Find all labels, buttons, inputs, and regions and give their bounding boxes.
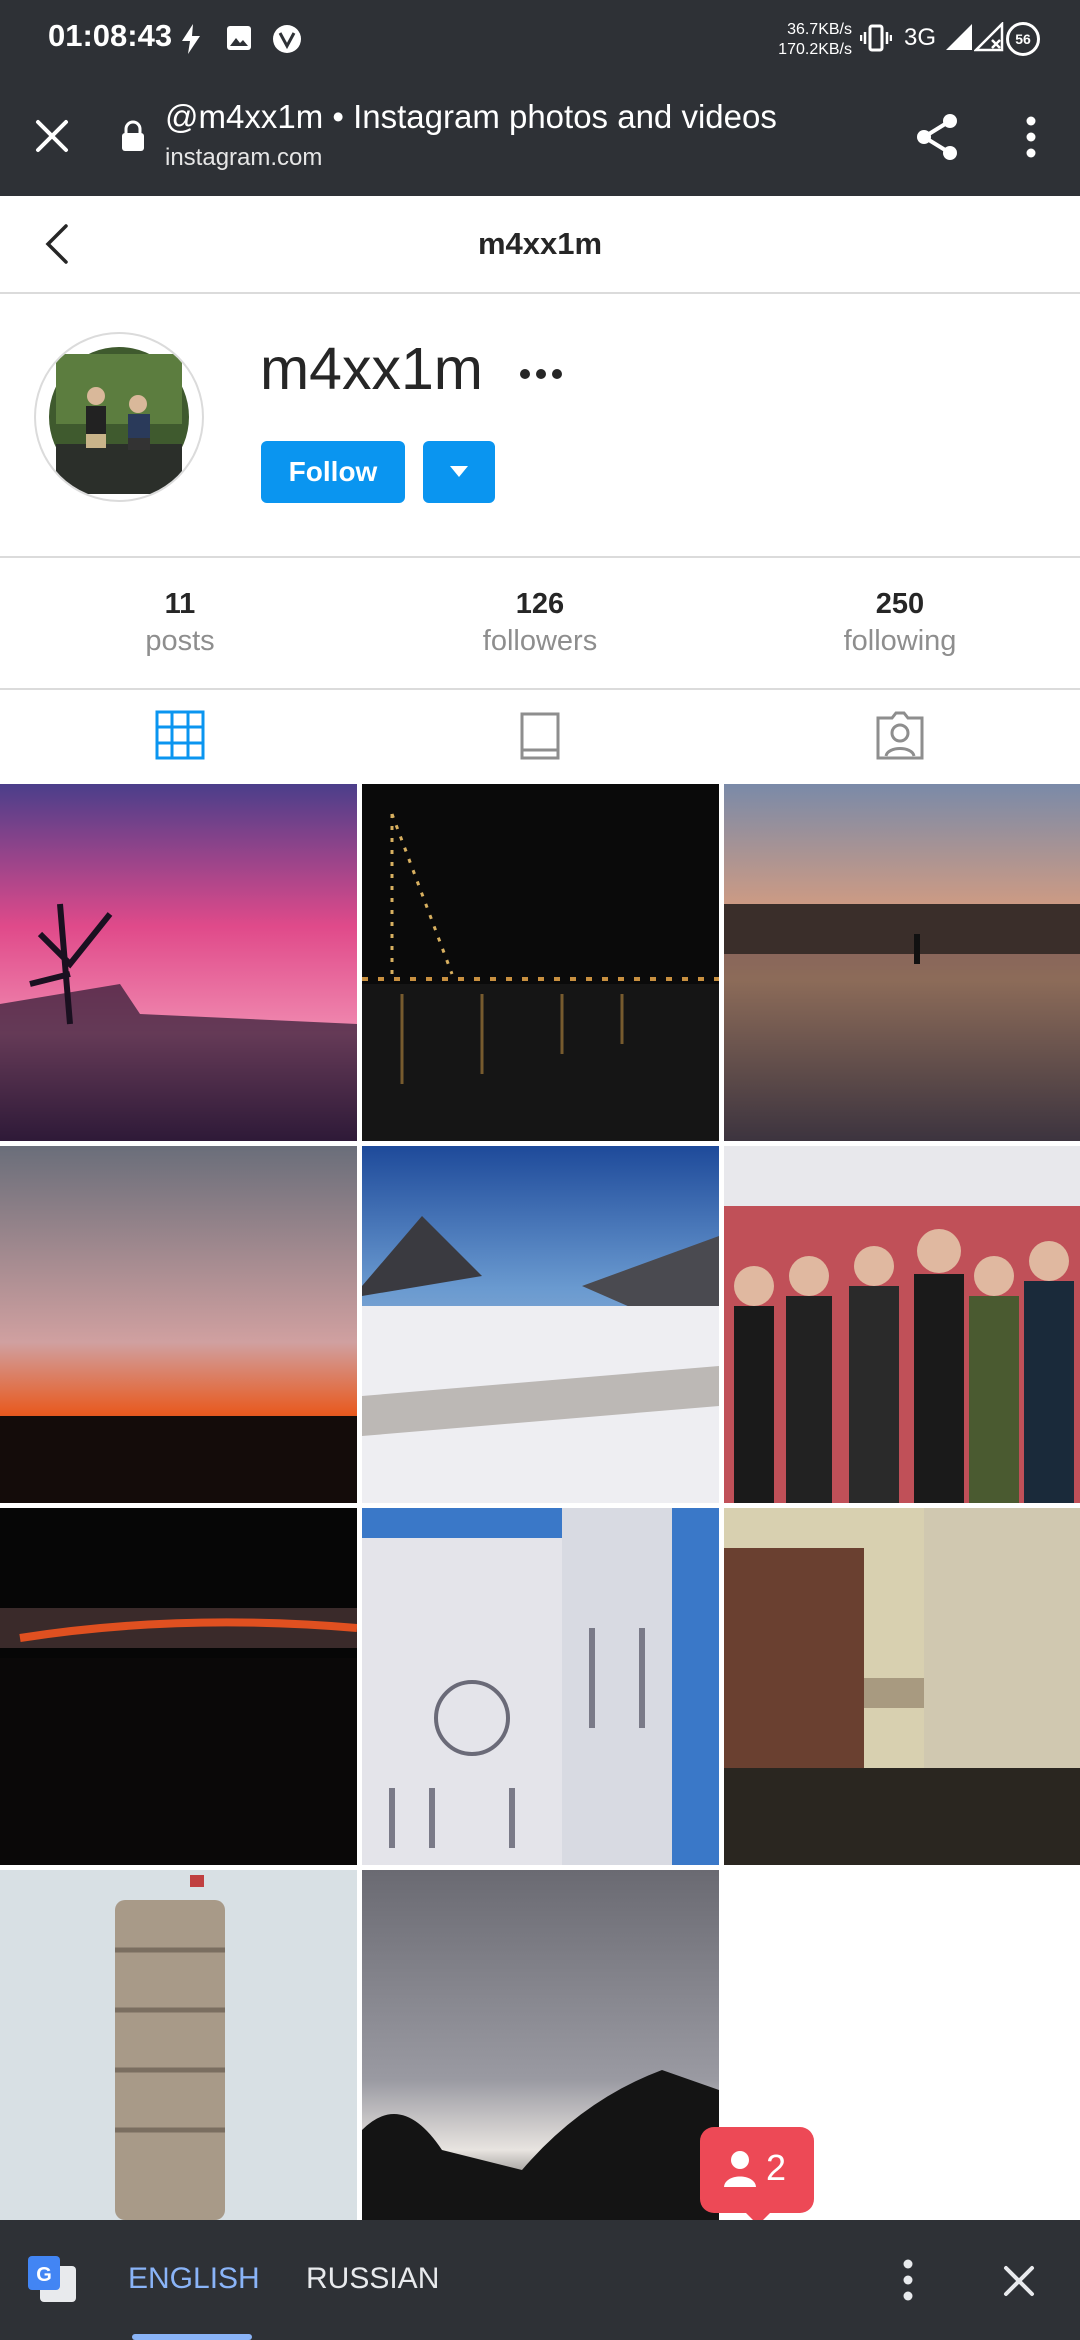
image-icon — [227, 26, 251, 50]
translate-menu-icon[interactable] — [896, 2258, 920, 2302]
browser-toolbar: @m4xx1m • Instagram photos and videos in… — [0, 78, 1080, 196]
stat-label: followers — [482, 625, 598, 657]
more-vert-icon[interactable] — [1016, 114, 1046, 160]
network-speed: 36.7KB/s 170.2KB/s — [760, 20, 852, 60]
profile-header: m4xx1m — [0, 196, 1080, 294]
profile-tabs — [0, 688, 1080, 784]
post-thumbnail[interactable] — [724, 784, 1080, 1141]
profile-stats: 11 posts 126 followers 250 following — [0, 556, 1080, 690]
suggested-dropdown-button[interactable] — [423, 441, 495, 503]
network-type: 3G — [904, 24, 937, 51]
post-thumbnail[interactable] — [0, 1508, 357, 1865]
translate-bar: G ENGLISH RUSSIAN — [0, 2220, 1080, 2340]
post-image — [0, 1146, 357, 1503]
post-image — [362, 784, 719, 1141]
stat-posts[interactable]: 11 posts — [0, 588, 360, 658]
signal-noservice-icon — [974, 22, 1004, 52]
person-icon — [724, 2151, 756, 2187]
active-language-indicator — [132, 2334, 252, 2340]
follow-button[interactable]: Follow — [261, 441, 405, 503]
vibrate-icon — [860, 24, 892, 52]
close-translate-icon[interactable] — [1002, 2264, 1036, 2298]
lock-icon[interactable] — [120, 120, 146, 152]
caret-down-icon — [450, 466, 468, 477]
google-translate-icon: G — [28, 2256, 76, 2302]
post-image — [724, 1146, 1080, 1503]
stat-following[interactable]: 250 following — [720, 588, 1080, 658]
badge-count: 2 — [766, 2147, 787, 2188]
avatar-photo — [49, 347, 189, 494]
speed-down: 170.2KB/s — [778, 41, 852, 58]
svg-text:G: G — [36, 2264, 52, 2286]
profile-username: m4xx1m — [260, 336, 483, 402]
page-domain[interactable]: instagram.com — [165, 144, 322, 172]
post-thumbnail[interactable] — [724, 1508, 1080, 1865]
stat-followers[interactable]: 126 followers — [360, 588, 720, 658]
avatar[interactable] — [34, 332, 204, 502]
post-image — [724, 1508, 1080, 1865]
status-bar: 01:08:43 36.7KB/s 170.2KB/s 3G 56 — [0, 0, 1080, 78]
post-image — [362, 1146, 719, 1503]
feed-icon[interactable] — [518, 710, 562, 762]
post-thumbnail[interactable] — [0, 784, 357, 1141]
post-thumbnail[interactable] — [0, 1870, 357, 2220]
grid-icon[interactable] — [155, 710, 205, 760]
stat-label: posts — [145, 625, 215, 657]
flash-icon — [182, 24, 200, 54]
signal-icon — [946, 24, 972, 50]
stat-value: 126 — [515, 588, 565, 620]
post-image — [0, 1508, 357, 1865]
share-icon[interactable] — [914, 112, 960, 162]
post-image — [362, 1870, 719, 2220]
activity-badge[interactable]: 2 — [700, 2127, 814, 2225]
post-image — [724, 784, 1080, 1141]
language-option-russian[interactable]: RUSSIAN — [306, 2262, 439, 2296]
tagged-icon[interactable] — [874, 710, 926, 762]
post-image — [0, 1870, 357, 2220]
post-thumbnail[interactable] — [0, 1146, 357, 1503]
close-tab-icon[interactable] — [32, 116, 72, 156]
post-thumbnail[interactable] — [362, 1146, 719, 1503]
post-thumbnail[interactable] — [362, 1870, 719, 2220]
stat-label: following — [843, 625, 957, 657]
language-option-english[interactable]: ENGLISH — [128, 2262, 260, 2296]
stat-value: 250 — [875, 588, 925, 620]
page-title[interactable]: @m4xx1m • Instagram photos and videos — [165, 98, 777, 136]
post-image — [362, 1508, 719, 1865]
more-options-icon[interactable] — [520, 366, 568, 384]
vpn-icon — [273, 25, 301, 53]
status-time: 01:08:43 — [48, 18, 173, 53]
header-username: m4xx1m — [477, 226, 603, 261]
stat-value: 11 — [164, 588, 196, 620]
speed-up: 36.7KB/s — [787, 21, 852, 38]
post-image — [0, 784, 357, 1141]
post-thumbnail[interactable] — [362, 1508, 719, 1865]
post-thumbnail[interactable] — [362, 784, 719, 1141]
post-thumbnail[interactable] — [724, 1146, 1080, 1503]
battery-indicator: 56 — [1006, 22, 1040, 56]
